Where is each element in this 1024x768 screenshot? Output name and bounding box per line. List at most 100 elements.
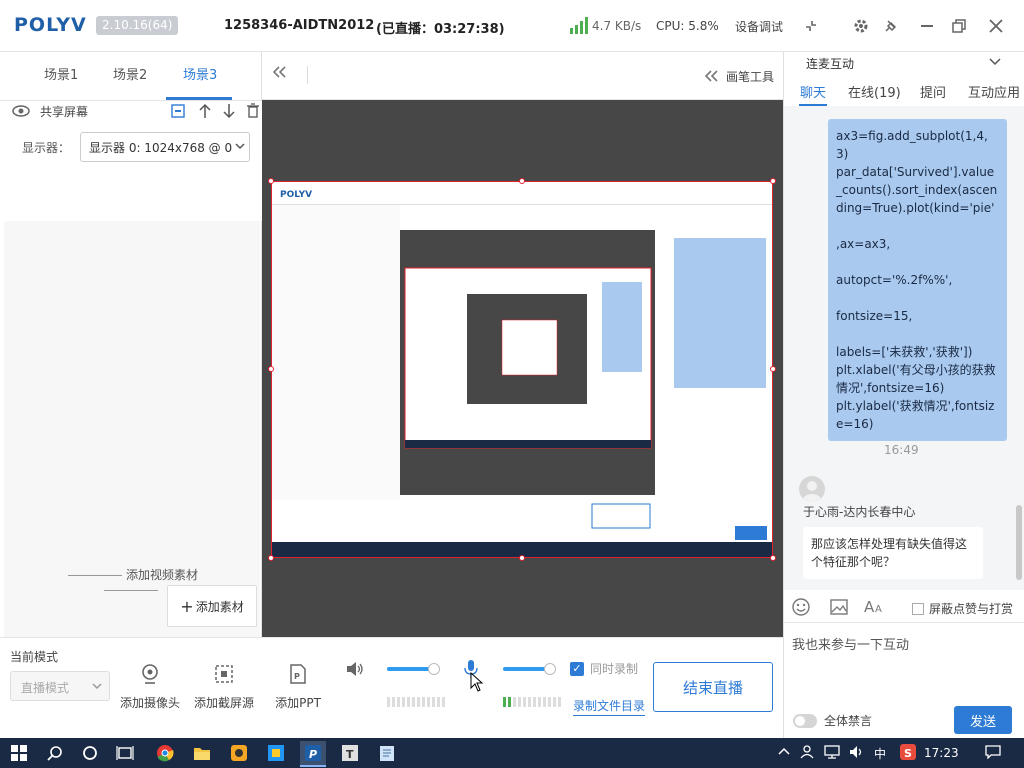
add-camera-button[interactable]: 添加摄像头 <box>115 660 185 711</box>
gear-icon[interactable] <box>850 15 872 37</box>
notification-icon[interactable] <box>985 745 1001 759</box>
speaker-icon[interactable] <box>346 660 364 678</box>
tab-chat[interactable]: 聊天 <box>800 82 826 101</box>
chrome-icon[interactable] <box>152 741 178 765</box>
arrow-down-icon[interactable] <box>222 103 236 119</box>
resize-handle[interactable] <box>770 366 776 372</box>
draw-tools-button[interactable]: 画笔工具 <box>726 68 774 85</box>
svg-text:T: T <box>346 748 354 761</box>
version-badge: 2.10.16(64) <box>96 16 179 35</box>
chat-scrollbar[interactable] <box>1016 505 1022 580</box>
minus-square-icon[interactable] <box>171 104 185 118</box>
tab-scene-1[interactable]: 场景1 <box>44 52 78 100</box>
resize-handle[interactable] <box>519 178 525 184</box>
add-material-button[interactable]: + 添加素材 <box>167 585 257 627</box>
display-select-value: 显示器 0: 1024x768 @ 0 <box>89 141 233 155</box>
device-debug-button[interactable]: 设备调试 <box>735 18 783 35</box>
collapse-arrows-icon[interactable] <box>800 15 822 37</box>
add-capture-button[interactable]: 添加截屏源 <box>189 660 259 711</box>
trash-icon[interactable] <box>247 103 259 118</box>
sogou-ime-icon[interactable]: S <box>900 744 916 760</box>
app-icon[interactable] <box>263 741 289 765</box>
tab-questions[interactable]: 提问 <box>920 82 946 101</box>
resize-handle[interactable] <box>268 555 274 561</box>
arrow-up-icon[interactable] <box>198 103 212 119</box>
ppt-icon: P <box>263 660 333 688</box>
sync-record-label: 同时录制 <box>590 662 639 676</box>
emoji-icon[interactable] <box>792 598 810 616</box>
display-label: 显示器： <box>22 141 71 155</box>
ime-indicator[interactable]: 中 <box>874 745 886 762</box>
toolbar-divider <box>307 66 308 84</box>
mute-all-toggle[interactable]: 全体禁言 <box>793 712 872 729</box>
tab-scene-3[interactable]: 场景3 <box>183 52 217 100</box>
tab-online[interactable]: 在线(19) <box>848 82 901 101</box>
svg-text:P: P <box>294 672 300 681</box>
double-chevron-left-icon[interactable] <box>272 66 286 78</box>
speaker-volume-slider[interactable] <box>387 667 433 671</box>
pin-icon[interactable] <box>880 15 902 37</box>
search-icon[interactable] <box>42 741 68 765</box>
display-select[interactable]: 显示器 0: 1024x768 @ 0 <box>80 132 250 162</box>
eye-icon[interactable] <box>12 105 30 117</box>
tray-person-icon[interactable] <box>800 745 814 759</box>
ban-praise-checkbox[interactable]: 屏蔽点赞与打赏 <box>912 600 1013 617</box>
chat-input[interactable]: 我也来参与一下互动 <box>792 634 909 653</box>
message-sender-name: 于心雨-达内长春中心 <box>803 505 916 519</box>
tray-network-icon[interactable] <box>824 745 840 759</box>
screen-share-source[interactable]: POLYV <box>271 181 773 558</box>
cpu-usage: CPU: 5.8% <box>656 19 719 33</box>
record-dir-link[interactable]: 录制文件目录 <box>573 697 646 716</box>
resize-handle[interactable] <box>268 366 274 372</box>
double-chevron-left-icon[interactable] <box>704 70 718 82</box>
restore-icon[interactable] <box>948 15 970 37</box>
chevron-down-icon[interactable] <box>989 58 1001 66</box>
signal-icon <box>569 16 589 34</box>
task-view-icon[interactable] <box>112 741 138 765</box>
svg-text:A: A <box>875 604 882 615</box>
image-icon[interactable] <box>830 599 848 615</box>
mic-volume-slider[interactable] <box>503 667 549 671</box>
sync-record-checkbox[interactable]: ✓ 同时录制 <box>570 660 638 677</box>
chat-message-bubble: ax3=fig.add_subplot(1,4,3) par_data['Sur… <box>828 119 1007 441</box>
interaction-title: 连麦互动 <box>806 57 855 71</box>
resize-handle[interactable] <box>770 178 776 184</box>
end-live-button[interactable]: 结束直播 <box>653 662 773 712</box>
avatar <box>799 476 825 502</box>
svg-text:P: P <box>309 748 317 761</box>
send-button[interactable]: 发送 <box>954 706 1012 734</box>
typora-icon[interactable]: T <box>337 741 363 765</box>
nested-screen-preview: POLYV <box>272 182 772 557</box>
mic-level-meter <box>503 697 561 707</box>
add-ppt-label: 添加PPT <box>275 696 321 710</box>
close-icon[interactable] <box>985 15 1007 37</box>
resize-handle[interactable] <box>519 555 525 561</box>
game-app-icon[interactable] <box>226 741 252 765</box>
cortana-icon[interactable] <box>77 741 103 765</box>
polyv-taskbar-icon[interactable]: P <box>300 741 326 765</box>
windows-start-icon[interactable] <box>6 741 32 765</box>
scene-panel: 场景1 场景2 场景3 共享屏幕 显示器： 显示器 0: 1024x768 @ … <box>0 52 262 637</box>
notepad-icon[interactable] <box>374 741 400 765</box>
add-ppt-button[interactable]: P 添加PPT <box>263 660 333 711</box>
svg-text:S: S <box>904 747 912 760</box>
tray-volume-icon[interactable] <box>849 745 865 759</box>
mode-select-value: 直播模式 <box>21 681 70 695</box>
resize-handle[interactable] <box>268 178 274 184</box>
live-duration: (已直播：03:27:38) <box>376 22 505 37</box>
tab-interactive-apps[interactable]: 互动应用 <box>968 82 1020 101</box>
chevron-down-icon <box>92 683 102 690</box>
speaker-level-meter <box>387 697 445 707</box>
polyv-logo: POLYV <box>14 14 87 36</box>
minimize-icon[interactable] <box>916 15 938 37</box>
chevron-down-icon <box>235 143 245 150</box>
tab-scene-2[interactable]: 场景2 <box>113 52 147 100</box>
send-label: 发送 <box>969 714 996 730</box>
svg-text:POLYV: POLYV <box>280 190 312 200</box>
file-explorer-icon[interactable] <box>189 741 215 765</box>
resize-handle[interactable] <box>770 555 776 561</box>
checkbox-box <box>912 602 924 615</box>
tray-chevron-up-icon[interactable] <box>778 746 790 756</box>
message-timestamp: 16:49 <box>884 443 919 457</box>
font-size-icon[interactable]: AA <box>864 597 884 615</box>
